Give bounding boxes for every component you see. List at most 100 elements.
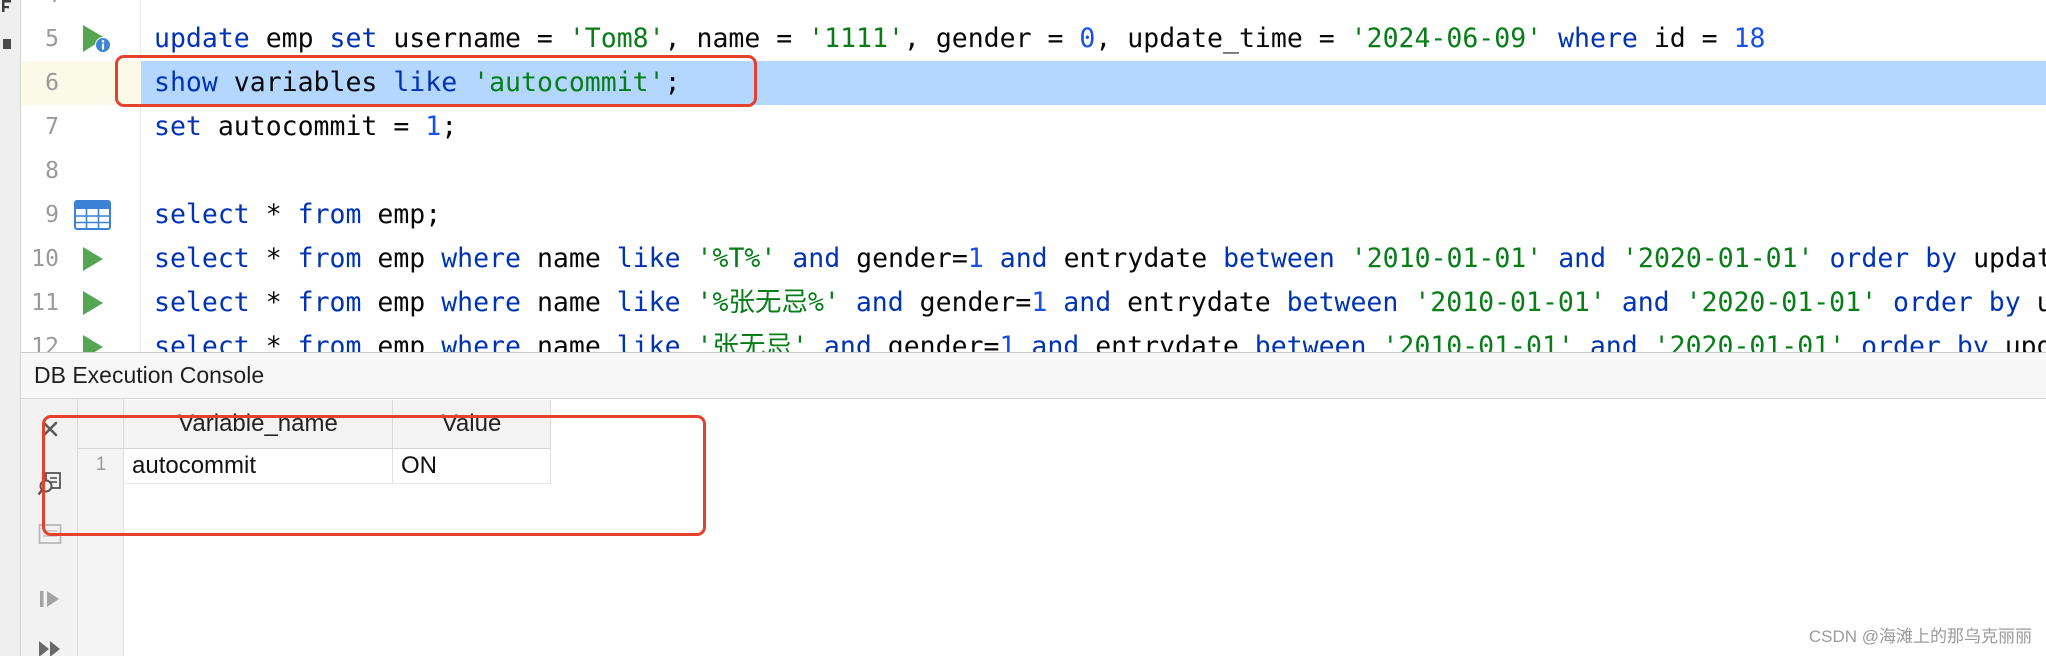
sql-string-token: '2020-01-01' <box>1622 243 1814 274</box>
code-area[interactable]: show variables like 'autocommit'; <box>141 61 2046 105</box>
run-all-icon[interactable] <box>37 636 63 656</box>
sql-keyword-token: where <box>1558 23 1638 54</box>
sql-string-token: '2010-01-01' <box>1382 331 1574 352</box>
code-area[interactable]: select * from emp; <box>141 193 2046 237</box>
sql-plain-token <box>1941 331 1957 352</box>
code-line[interactable]: 12 select * from emp where name like '张无忌… <box>21 325 2046 352</box>
sql-string-token: '%张无忌%' <box>696 287 840 318</box>
code-text: set autocommit = 1; <box>154 105 457 149</box>
sql-keyword-token: where <box>441 243 521 274</box>
code-line[interactable]: 7 set autocommit = 1; <box>21 105 2046 149</box>
gutter-cell: 12 <box>21 325 141 352</box>
sql-plain-token <box>1909 243 1925 274</box>
sql-number-token: 1 <box>425 111 442 142</box>
sql-keyword-token: by <box>1925 243 1958 274</box>
code-text: update emp set username = 'Tom8', name =… <box>154 17 1766 61</box>
line-number: 7 <box>45 114 59 140</box>
sql-plain-token: entrydate <box>1079 331 1255 352</box>
sql-plain-token: entrydate <box>1047 243 1224 274</box>
result-grid[interactable]: Variable_name Value 1 autocommit ON <box>78 399 2046 656</box>
close-icon[interactable] <box>37 416 63 442</box>
code-line[interactable]: 5 update emp set username = 'Tom8', name … <box>21 17 2046 61</box>
code-area[interactable] <box>141 0 2046 17</box>
sql-keyword-token: set <box>329 23 378 54</box>
gutter-cell: 11 <box>21 281 141 325</box>
sql-string-token: 'autocommit' <box>473 67 665 98</box>
sql-keyword-token: and <box>855 287 904 318</box>
sql-plain-token: gender= <box>840 243 968 274</box>
table-icon[interactable] <box>74 200 111 230</box>
sql-editor[interactable]: 4 5 update emp set username = 'Tom8', name… <box>21 0 2046 352</box>
sql-keyword-token: show <box>154 67 218 98</box>
code-line[interactable]: 9 select * from emp; <box>21 193 2046 237</box>
sql-keyword-token: from <box>297 287 362 318</box>
code-area[interactable]: select * from emp where name like '%张无忌%… <box>141 281 2046 325</box>
gutter-cell: 7 <box>21 105 141 149</box>
line-number: 6 <box>45 70 59 96</box>
code-area[interactable]: update emp set username = 'Tom8', name =… <box>141 17 2046 61</box>
sql-keyword-token: where <box>441 331 521 352</box>
sql-keyword-token: and <box>999 243 1048 274</box>
tool-window-stripe-icon[interactable] <box>1 0 13 52</box>
resume-icon[interactable] <box>37 586 63 612</box>
sql-plain-token: name <box>521 331 617 352</box>
sql-plain-token <box>1670 287 1686 318</box>
code-area[interactable]: select * from emp where name like '%T%' … <box>141 237 2046 281</box>
run-query-icon[interactable] <box>82 290 104 316</box>
sql-plain-token: upd <box>2004 331 2046 352</box>
column-header-variable-name[interactable]: Variable_name <box>124 400 393 449</box>
sql-plain-token: * <box>249 199 298 230</box>
sql-plain-token: username = <box>377 23 569 54</box>
run-query-info-icon[interactable] <box>82 25 112 53</box>
sql-plain-token <box>681 287 697 318</box>
sql-plain-token <box>808 331 824 352</box>
sql-keyword-token: where <box>441 287 521 318</box>
sql-keyword-token: like <box>616 287 681 318</box>
sql-keyword-token: from <box>297 331 362 352</box>
sql-plain-token: * <box>249 287 298 318</box>
sql-plain-token: , update_time = <box>1095 23 1351 54</box>
code-line[interactable]: 10 select * from emp where name like '%T%… <box>21 237 2046 281</box>
sql-plain-token <box>1398 287 1414 318</box>
code-line[interactable]: 11 select * from emp where name like '%张无… <box>21 281 2046 325</box>
sql-keyword-token: order <box>1829 243 1910 274</box>
sql-number-token: 1 <box>999 331 1016 352</box>
console-title: DB Execution Console <box>34 362 265 388</box>
cell-variable-name[interactable]: autocommit <box>124 449 393 484</box>
code-area[interactable]: select * from emp where name like '张无忌' … <box>141 325 2046 352</box>
sql-plain-token <box>1606 243 1622 274</box>
sql-keyword-token: and <box>1589 331 1638 352</box>
sql-keyword-token: update <box>154 23 250 54</box>
run-query-icon[interactable] <box>82 334 104 352</box>
code-line[interactable]: 6 show variables like 'autocommit'; <box>21 61 2046 105</box>
sql-keyword-token: select <box>154 199 250 230</box>
code-area[interactable] <box>141 149 2046 193</box>
sql-number-token: 18 <box>1733 23 1766 54</box>
code-area[interactable]: set autocommit = 1; <box>141 105 2046 149</box>
sql-plain-token: * <box>249 243 298 274</box>
sql-plain-token: u <box>2036 287 2046 318</box>
line-number: 12 <box>31 334 59 352</box>
sql-keyword-token: like <box>616 331 681 352</box>
sql-plain-token: emp <box>361 287 442 318</box>
sql-keyword-token: like <box>393 67 458 98</box>
sql-plain-token: * <box>249 331 298 352</box>
cell-value[interactable]: ON <box>393 449 551 484</box>
sql-plain-token <box>1542 23 1558 54</box>
code-line[interactable]: 8 <box>21 149 2046 193</box>
sql-string-token: '2010-01-01' <box>1414 287 1606 318</box>
sql-keyword-token: and <box>792 243 841 274</box>
output-layout-icon[interactable] <box>37 521 63 547</box>
sql-number-token: 0 <box>1079 23 1096 54</box>
sql-keyword-token: select <box>154 331 250 352</box>
sql-keyword-token: and <box>1063 287 1112 318</box>
sql-keyword-token: from <box>297 199 362 230</box>
code-lines: 4 5 update emp set username = 'Tom8', name… <box>21 0 2046 352</box>
column-header-value[interactable]: Value <box>393 400 551 449</box>
sql-plain-token: emp <box>361 243 442 274</box>
code-line[interactable]: 4 <box>21 0 2046 17</box>
run-query-icon[interactable] <box>82 246 104 272</box>
sql-keyword-token: by <box>1988 287 2021 318</box>
search-results-icon[interactable] <box>37 471 63 497</box>
gutter-cell: 6 <box>21 61 141 105</box>
